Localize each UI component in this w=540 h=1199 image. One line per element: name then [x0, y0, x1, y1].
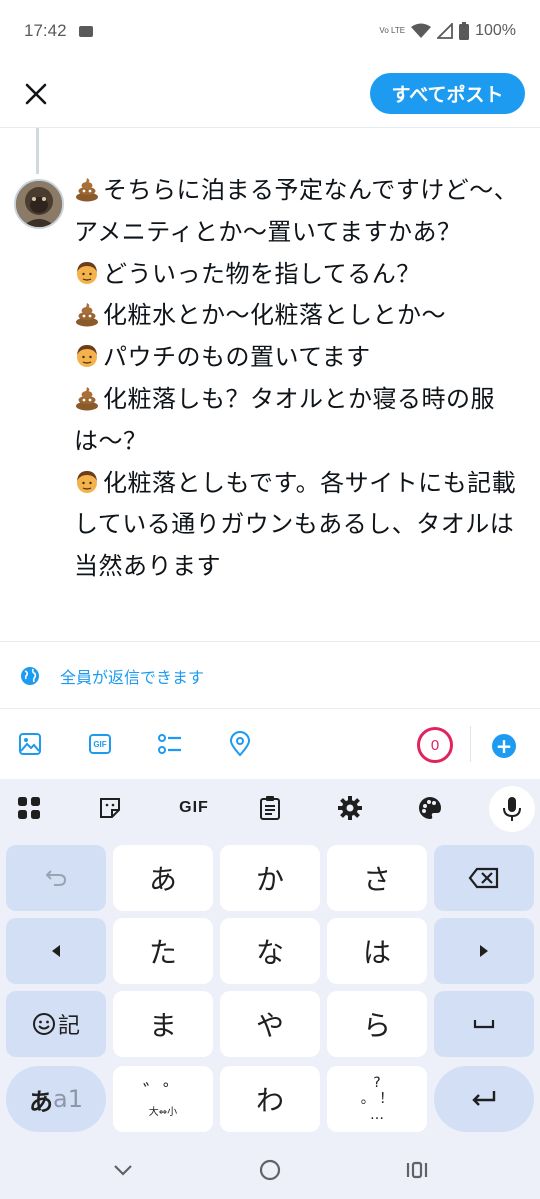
- poop-emoji-icon: [76, 303, 98, 327]
- emoji-key-label: 記: [57, 1014, 80, 1039]
- keyboard-toolbar: GIF: [0, 779, 540, 837]
- space-icon: [473, 1020, 495, 1029]
- poop-emoji-icon: [76, 178, 98, 202]
- thread-line: [36, 128, 39, 174]
- battery-percent: 100%: [475, 22, 516, 39]
- status-bar: 17:42 Vo LTE 100%: [0, 0, 540, 62]
- reply-setting-label: 全員が返信できます: [60, 668, 205, 687]
- dakuten-bottom-label: 大⇔小: [148, 1106, 178, 1118]
- undo-icon: [45, 870, 67, 886]
- key-sa[interactable]: さ: [327, 845, 427, 911]
- toolbar-separator: [470, 726, 471, 762]
- man-emoji-icon: [77, 345, 97, 368]
- notification-icon: [78, 25, 93, 37]
- mode-switch-key[interactable]: あ a1: [6, 1066, 106, 1132]
- image-icon[interactable]: [17, 731, 43, 757]
- compose-line: 化粧落としもです。各サイトにも記載: [74, 463, 524, 505]
- smiley-icon: [32, 1013, 55, 1035]
- home-circle-icon[interactable]: [256, 1156, 284, 1184]
- right-arrow-icon: [480, 945, 488, 957]
- wifi-icon: [411, 23, 432, 38]
- compose-header: すべてポスト: [0, 62, 540, 128]
- system-nav-bar: [0, 1140, 540, 1199]
- space-key[interactable]: [434, 991, 534, 1057]
- enter-key[interactable]: [434, 1066, 534, 1132]
- key-ra[interactable]: ら: [327, 991, 427, 1057]
- compose-line: 当然あります: [74, 552, 221, 581]
- signal-icon: [437, 23, 453, 39]
- sticker-icon[interactable]: [94, 792, 126, 824]
- status-time: 17:42: [24, 21, 67, 40]
- left-arrow-icon: [52, 945, 60, 957]
- globe-icon: [21, 667, 39, 685]
- compose-toolbar: GIF: [0, 709, 540, 779]
- man-emoji-icon: [77, 470, 97, 493]
- location-icon[interactable]: [227, 731, 253, 757]
- char-counter: 0: [417, 727, 453, 763]
- dakuten-top-label: ゛゜: [143, 1079, 183, 1104]
- avatar[interactable]: [14, 179, 64, 229]
- compose-line: 化粧水とか〜化粧落としとか〜: [74, 295, 524, 337]
- gif-icon-label: GIF: [93, 739, 107, 749]
- volte-icon: Vo LTE: [379, 26, 406, 35]
- divider: [0, 641, 540, 642]
- mode-alnum-label: a1: [53, 1085, 83, 1113]
- undo-key[interactable]: [6, 845, 106, 911]
- status-right: Vo LTE 100%: [379, 22, 516, 40]
- clipboard-icon[interactable]: [254, 792, 286, 824]
- backspace-key[interactable]: [434, 845, 534, 911]
- punctuation-key[interactable]: ? 。 ！ …: [327, 1066, 427, 1132]
- battery-icon: [459, 22, 470, 40]
- compose-text-area[interactable]: そちらに泊まる予定なんですけど〜、 アメニティとか〜置いてますかあ？ どういった…: [74, 170, 524, 588]
- compose-line: は〜？: [74, 426, 148, 455]
- key-ha[interactable]: は: [327, 918, 427, 984]
- enter-icon: [472, 1091, 496, 1106]
- dakuten-key[interactable]: ゛゜ 大⇔小: [113, 1066, 213, 1132]
- punct-bottom-label: …: [370, 1107, 384, 1123]
- poll-icon[interactable]: [157, 731, 183, 757]
- key-ya[interactable]: や: [220, 991, 320, 1057]
- key-a[interactable]: あ: [113, 845, 213, 911]
- key-wa[interactable]: わ: [220, 1066, 320, 1132]
- close-icon[interactable]: [18, 76, 54, 112]
- backspace-icon: [468, 867, 499, 889]
- right-arrow-key[interactable]: [434, 918, 534, 984]
- grid-icon[interactable]: [13, 792, 45, 824]
- punct-top-label: ?: [373, 1075, 381, 1091]
- mic-icon[interactable]: [489, 786, 535, 832]
- left-arrow-key[interactable]: [6, 918, 106, 984]
- compose-line: パウチのもの置いてます: [74, 337, 524, 379]
- post-all-button[interactable]: すべてポスト: [370, 73, 525, 114]
- recents-icon[interactable]: [403, 1156, 431, 1184]
- key-na[interactable]: な: [220, 918, 320, 984]
- back-chevron-icon[interactable]: [109, 1156, 137, 1184]
- key-ka[interactable]: か: [220, 845, 320, 911]
- mode-kana-label: あ: [29, 1087, 53, 1116]
- key-ta[interactable]: た: [113, 918, 213, 984]
- screen: 17:42 Vo LTE 100% すべてポスト そちらに泊まる予定なんですけど…: [0, 0, 540, 1199]
- poop-emoji-icon: [76, 386, 98, 411]
- key-ma[interactable]: ま: [113, 991, 213, 1057]
- reply-setting-button[interactable]: 全員が返信できます: [20, 660, 204, 692]
- emoji-key[interactable]: 記: [6, 991, 106, 1057]
- gear-icon[interactable]: [334, 792, 366, 824]
- keyboard: GIF あ か さ た な は 記 ま や ら あ a1 ゛゜ 大⇔小 わ ? …: [0, 779, 540, 1199]
- compose-line: そちらに泊まる予定なんですけど〜、: [74, 170, 524, 212]
- gif-icon[interactable]: GIF: [87, 731, 113, 757]
- compose-line: している通りガウンもあるし、タオルは: [74, 510, 515, 539]
- compose-line: どういった物を指してるん？: [74, 254, 524, 296]
- compose-line: 化粧落しも？タオルとか寝る時の服: [74, 379, 524, 421]
- palette-icon[interactable]: [414, 792, 446, 824]
- compose-line: アメニティとか〜置いてますかあ？: [74, 217, 462, 246]
- plus-icon[interactable]: +: [492, 734, 516, 758]
- man-emoji-icon: [77, 261, 97, 284]
- keyboard-gif-button[interactable]: GIF: [174, 792, 214, 824]
- punct-mid-label: 。 ！: [360, 1091, 394, 1107]
